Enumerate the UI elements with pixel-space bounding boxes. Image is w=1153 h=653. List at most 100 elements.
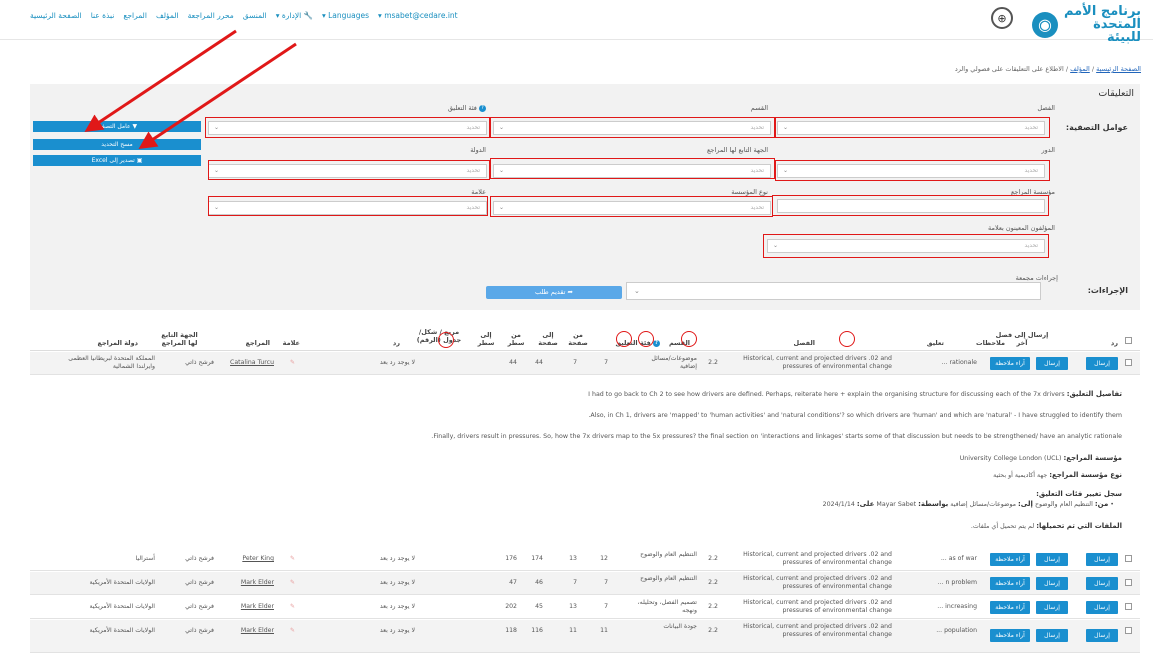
help-icon[interactable]: ?: [479, 104, 486, 112]
table-row[interactable]: إرسال إرسال آراء ملاحظة population ... H…: [30, 620, 1140, 653]
send-chapter-button[interactable]: إرسال: [1036, 553, 1068, 566]
row-checkbox[interactable]: [1125, 359, 1132, 366]
th-reviewer-country[interactable]: دولة المراجع: [98, 339, 138, 347]
send-chapter-button[interactable]: إرسال: [1036, 629, 1068, 642]
notes-button[interactable]: آراء ملاحظة: [990, 601, 1030, 614]
nav-review-editor[interactable]: محرر المراجعة: [188, 11, 234, 20]
brand[interactable]: برنامج الأمم المتحدة للبيئة ◉: [1032, 5, 1141, 44]
comment-cell[interactable]: population ...: [936, 627, 977, 635]
th-to-line[interactable]: إلى سطر: [472, 331, 500, 347]
annotation-circle: [681, 331, 697, 347]
details-line-3: Finally, drivers result in pressures. So…: [431, 433, 1122, 440]
to-page-cell: 13: [569, 555, 577, 562]
reviewer-link[interactable]: Mark Elder: [241, 627, 274, 635]
notes-button[interactable]: آراء ملاحظة: [990, 577, 1030, 590]
reviewer-link[interactable]: Mark Elder: [241, 603, 274, 611]
th-to-page[interactable]: إلى صفحة: [534, 331, 562, 347]
table-row[interactable]: إرسال إرسال آراء ملاحظة rationale ... Hi…: [30, 352, 1140, 375]
section-cell: 2.2: [708, 579, 718, 586]
submit-button[interactable]: ➦ تقديم طلب: [486, 286, 622, 299]
wrench-icon: 🔧: [303, 11, 313, 20]
tag-marker[interactable]: ✎: [290, 359, 295, 366]
th-chapter[interactable]: الفصل: [793, 339, 815, 347]
notes-button[interactable]: آراء ملاحظة: [990, 629, 1030, 642]
reply-button[interactable]: إرسال: [1086, 629, 1118, 642]
breadcrumb-author[interactable]: المؤلف: [1070, 65, 1090, 73]
th-reviewer[interactable]: المراجع: [246, 339, 270, 347]
clear-selection-button[interactable]: مسح التحديد: [33, 139, 201, 150]
role-label: الدور: [1041, 146, 1055, 154]
category-label: ? فئة التعليق: [448, 104, 486, 112]
annotation-box: [205, 117, 490, 138]
reviewer-link[interactable]: Catalina Turcu: [230, 359, 274, 367]
reviewer-link[interactable]: Mark Elder: [241, 579, 274, 587]
from-page-cell: 7: [604, 359, 608, 366]
apply-filter-button[interactable]: ▼ عامل التصفية: [33, 121, 201, 132]
annotation-box: [490, 117, 775, 138]
tag-marker[interactable]: ✎: [290, 579, 295, 586]
table-row[interactable]: إرسال إرسال آراء ملاحظة increasing ... H…: [30, 596, 1140, 619]
notes-button[interactable]: آراء ملاحظة: [990, 553, 1030, 566]
nav-about[interactable]: نبذة عنا: [91, 11, 115, 20]
filter-panel: التعليقات عوامل التصفية: الإجراءات: الفص…: [30, 84, 1140, 310]
row-checkbox[interactable]: [1125, 627, 1132, 634]
notes-button[interactable]: آراء ملاحظة: [990, 357, 1030, 370]
nav-references[interactable]: المراجع: [123, 11, 147, 20]
annotation-circle: [839, 331, 855, 347]
th-reviewer-body[interactable]: الجهة التابع لها المراجع: [157, 331, 202, 347]
to-page-cell: 13: [569, 603, 577, 610]
details-history-label: سجل تغيير فئات التعليق:: [1036, 490, 1122, 498]
details-org: مؤسسة المراجع: University College London…: [959, 454, 1122, 462]
tag-marker[interactable]: ✎: [290, 627, 295, 634]
comment-cell[interactable]: increasing ...: [937, 603, 977, 611]
reply-status-cell: لا يوجد رد بعد: [379, 627, 415, 634]
reply-button[interactable]: إرسال: [1086, 577, 1118, 590]
table-row[interactable]: إرسال إرسال آراء ملاحظة as of war ... Hi…: [30, 548, 1140, 571]
row-checkbox[interactable]: [1125, 579, 1132, 586]
row-checkbox[interactable]: [1125, 603, 1132, 610]
bulk-actions-select[interactable]: ⌄: [626, 282, 1041, 300]
breadcrumb-home[interactable]: الصفحة الرئيسية: [1096, 65, 1141, 73]
th-from-page[interactable]: من صفحة: [564, 331, 592, 347]
select-all-checkbox[interactable]: [1125, 337, 1132, 344]
bulk-actions-label: إجراءات مجمعة: [1015, 274, 1058, 282]
nav-author[interactable]: المؤلف: [156, 11, 179, 20]
category-cell: جودة البيانات: [663, 623, 697, 630]
comment-cell[interactable]: rationale ...: [942, 359, 977, 367]
nav-home[interactable]: الصفحة الرئيسية: [30, 11, 82, 20]
breadcrumb: الصفحة الرئيسية / المؤلف / الاطلاع على ا…: [954, 65, 1141, 73]
reply-button[interactable]: إرسال: [1086, 357, 1118, 370]
th-tag: علامة: [282, 339, 300, 347]
comment-cell[interactable]: n problem ...: [938, 579, 977, 587]
comment-details: تفاصيل التعليق: I had to go back to Ch 2…: [30, 376, 1140, 547]
tag-marker[interactable]: ✎: [290, 555, 295, 562]
reviewer-body-cell: فرشح ذاتي: [185, 627, 214, 634]
chapter-label: الفصل: [1037, 104, 1055, 112]
th-from-line[interactable]: من سطر: [502, 331, 530, 347]
annotation-box: [490, 196, 773, 217]
nav-languages[interactable]: Languages ▾: [322, 11, 369, 20]
country-label: الدولة: [470, 146, 486, 154]
to-line-cell: 118: [505, 627, 517, 634]
nav-coordinator[interactable]: المنسق: [243, 11, 267, 20]
reply-button[interactable]: إرسال: [1086, 553, 1118, 566]
nav-user-menu[interactable]: msabet@cedare.int ▾: [378, 11, 458, 20]
comment-cell[interactable]: as of war ...: [941, 555, 977, 563]
section-cell: 2.2: [708, 555, 718, 562]
table-row[interactable]: إرسال إرسال آراء ملاحظة n problem ... Hi…: [30, 572, 1140, 595]
tag-marker[interactable]: ✎: [290, 603, 295, 610]
details-line-1: تفاصيل التعليق: I had to go back to Ch 2…: [588, 390, 1122, 398]
reply-button[interactable]: إرسال: [1086, 601, 1118, 614]
send-chapter-button[interactable]: إرسال: [1036, 601, 1068, 614]
section-cell: 2.2: [708, 603, 718, 610]
nav-admin[interactable]: 🔧 الإدارة ▾: [276, 11, 313, 20]
reviewer-link[interactable]: Peter King: [242, 555, 274, 563]
details-line-2: Also, in Ch 1, drivers are 'mapped' to '…: [588, 412, 1122, 419]
th-comment[interactable]: تعليق: [927, 339, 944, 347]
export-excel-button[interactable]: ▣ تصدير إلى Excel: [33, 155, 201, 166]
send-chapter-button[interactable]: إرسال: [1036, 357, 1068, 370]
row-checkbox[interactable]: [1125, 555, 1132, 562]
help-icon[interactable]: ?: [653, 339, 660, 347]
send-chapter-button[interactable]: إرسال: [1036, 577, 1068, 590]
from-line-cell: 116: [531, 627, 543, 634]
